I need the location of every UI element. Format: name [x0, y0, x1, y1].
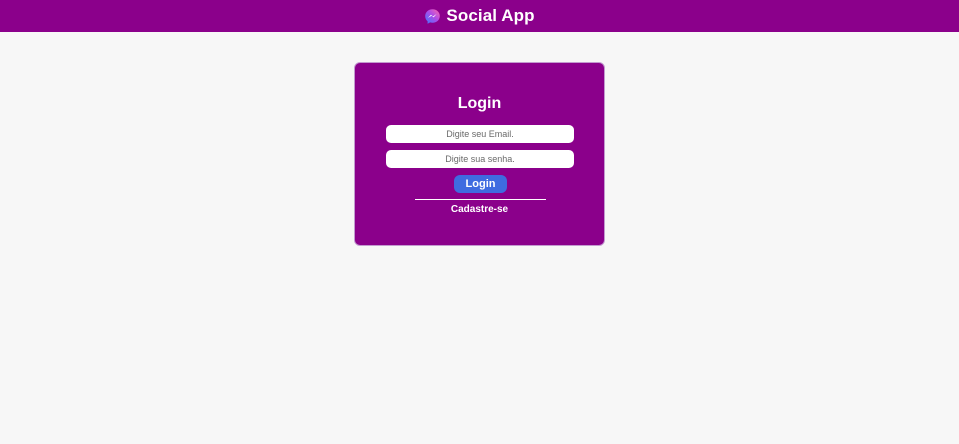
- email-input[interactable]: [386, 125, 574, 143]
- top-bar: Social App: [0, 0, 959, 32]
- login-card: Login Login Cadastre-se: [354, 62, 605, 246]
- signup-link[interactable]: Cadastre-se: [355, 204, 604, 215]
- divider: [415, 199, 546, 200]
- login-heading: Login: [457, 95, 502, 112]
- brand: Social App: [424, 6, 535, 26]
- login-button[interactable]: Login: [454, 175, 507, 193]
- app-title: Social App: [446, 6, 535, 25]
- password-input[interactable]: [386, 150, 574, 168]
- messenger-icon: [424, 8, 441, 25]
